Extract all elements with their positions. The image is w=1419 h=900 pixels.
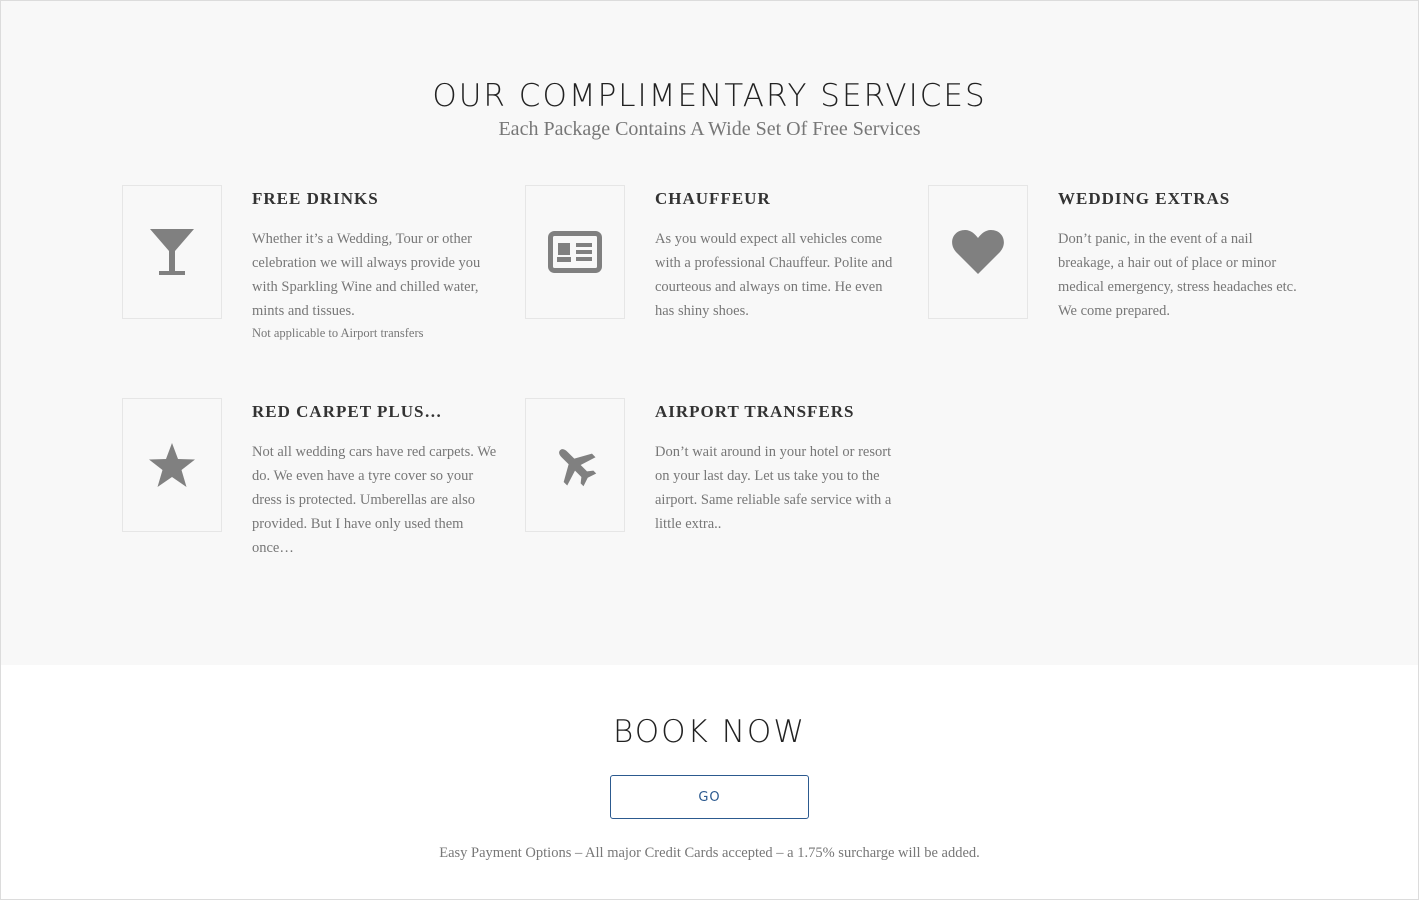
feature-text: Not all wedding cars have red carpets. W… xyxy=(252,444,497,556)
feature-note: Not applicable to Airport transfers xyxy=(252,326,424,340)
feature-title: AIRPORT TRANSFERS xyxy=(655,402,855,421)
book-now-title: BOOK NOW xyxy=(613,714,806,750)
feature-text: Don’t wait around in your hotel or resor… xyxy=(655,444,892,532)
feature-icon-box xyxy=(525,185,625,319)
feature-title: RED CARPET PLUS… xyxy=(252,402,443,421)
services-title: OUR COMPLIMENTARY SERVICES xyxy=(432,78,987,114)
services-subtitle: Each Package Contains A Wide Set Of Free… xyxy=(498,118,921,140)
go-button[interactable]: GO xyxy=(610,775,809,819)
feature-text: Don’t panic, in the event of a nail brea… xyxy=(1058,231,1297,319)
feature-icon-box xyxy=(122,185,222,319)
feature-text: As you would expect all vehicles come wi… xyxy=(655,231,893,319)
feature-title: CHAUFFEUR xyxy=(655,189,771,208)
feature-title: WEDDING EXTRAS xyxy=(1058,189,1231,208)
feature-icon-box xyxy=(928,185,1028,319)
feature-text: Whether it’s a Wedding, Tour or other ce… xyxy=(252,231,481,319)
feature-title: FREE DRINKS xyxy=(252,189,379,208)
payment-info: Easy Payment Options – All major Credit … xyxy=(439,845,980,861)
star-icon xyxy=(148,442,196,488)
feature-icon-box xyxy=(122,398,222,532)
heart-icon xyxy=(951,229,1005,275)
cocktail-glass-icon xyxy=(148,227,196,277)
airplane-icon xyxy=(553,443,597,487)
id-card-icon xyxy=(548,231,602,273)
feature-icon-box xyxy=(525,398,625,532)
